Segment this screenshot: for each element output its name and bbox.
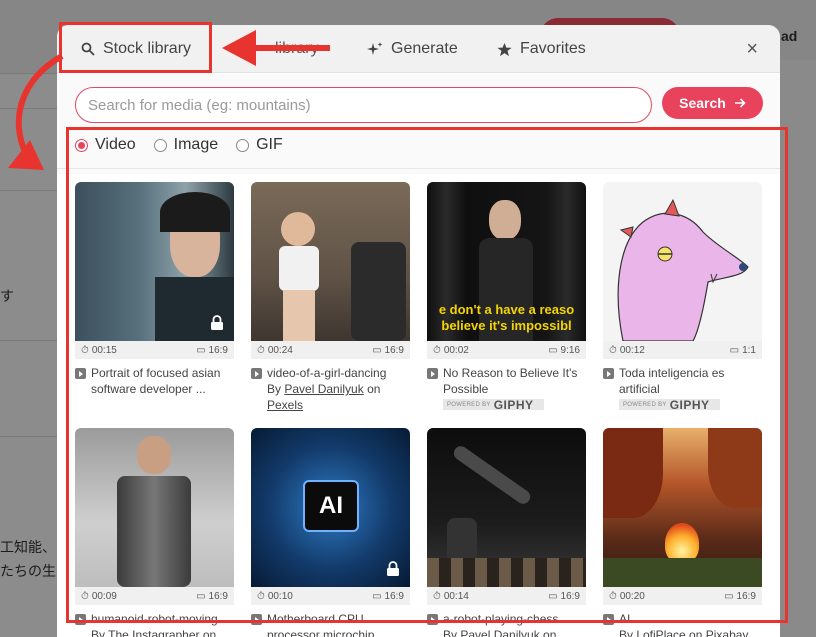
annotation-arrows (8, 30, 330, 170)
curved-arrow-icon (8, 53, 64, 170)
arrow-right-icon (222, 30, 330, 66)
